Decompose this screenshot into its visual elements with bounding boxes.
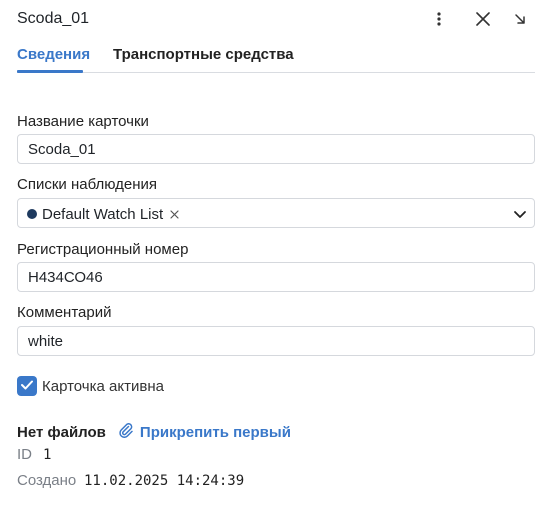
reg-number-label: Регистрационный номер [17,241,189,258]
id-label: ID [17,446,32,463]
watch-list-chip-label: Default Watch List [42,205,164,223]
watch-lists-label: Списки наблюдения [17,176,158,193]
files-row: Нет файлов Прикрепить первый [17,422,291,442]
chevron-down-icon[interactable] [513,207,527,221]
card-name-value: Scoda_01 [28,141,96,158]
collapse-button[interactable] [509,8,531,30]
reg-number-field[interactable]: Н434СО46 [17,262,535,292]
card-title: Scoda_01 [17,10,90,27]
card-active-label: Карточка активна [42,378,164,395]
no-files-text: Нет файлов [17,423,106,441]
card-active-checkbox[interactable] [17,376,37,396]
active-tab-indicator [17,70,83,73]
id-value: 1 [43,447,52,463]
more-vertical-icon [437,12,441,26]
created-label: Создано [17,472,77,489]
close-icon [476,12,490,26]
more-options-button[interactable] [428,8,450,30]
tab-details[interactable]: Сведения [17,46,90,63]
reg-number-value: Н434СО46 [28,269,103,286]
card-header: Scoda_01 [0,0,554,40]
comment-value: white [28,333,64,350]
card-name-field[interactable]: Scoda_01 [17,134,535,164]
arrow-down-right-icon [514,13,526,25]
created-value: 11.02.2025 14:24:39 [84,473,245,489]
close-button[interactable] [472,8,494,30]
attach-first-label: Прикрепить первый [139,423,291,441]
watch-lists-select[interactable]: Default Watch List [17,198,535,228]
card-name-label: Название карточки [17,113,149,130]
watch-list-chip: Default Watch List [27,204,180,224]
remove-chip-icon[interactable] [168,208,180,220]
attach-first-link[interactable]: Прикрепить первый [118,422,291,442]
checkmark-icon [21,377,33,395]
watch-list-color-dot [27,209,37,219]
tab-vehicles[interactable]: Транспортные средства [113,46,294,63]
paperclip-icon [118,422,140,442]
tab-bar: Сведения Транспортные средства [17,44,535,73]
comment-label: Комментарий [17,304,112,321]
comment-field[interactable]: white [17,326,535,356]
